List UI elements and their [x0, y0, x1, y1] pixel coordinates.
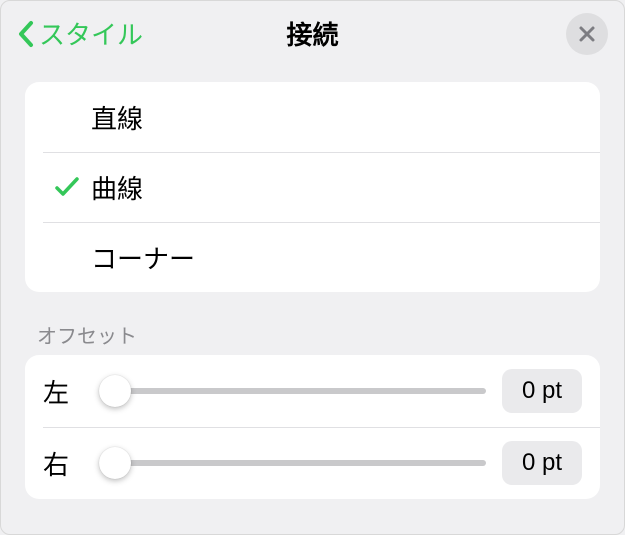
offset-right-value[interactable]: 0 pt — [502, 441, 582, 485]
back-label: スタイル — [39, 15, 143, 52]
slider-thumb[interactable] — [99, 375, 131, 407]
chevron-left-icon — [17, 20, 35, 48]
line-type-label: 直線 — [91, 99, 582, 136]
line-type-list: 直線 曲線 コーナー — [25, 82, 600, 292]
close-icon — [578, 25, 596, 43]
offset-section-header: オフセット — [37, 320, 588, 349]
popover-header: スタイル 接続 — [1, 1, 624, 66]
line-type-label: 曲線 — [91, 169, 582, 206]
slider-track — [99, 460, 486, 466]
close-button[interactable] — [566, 13, 608, 55]
line-type-label: コーナー — [91, 239, 582, 276]
back-button[interactable]: スタイル — [17, 15, 143, 52]
slider-track — [99, 388, 486, 394]
offset-slider-group: 左 0 pt 右 0 pt — [25, 355, 600, 499]
offset-left-value[interactable]: 0 pt — [502, 369, 582, 413]
line-type-straight[interactable]: 直線 — [25, 82, 600, 152]
check-slot — [43, 174, 91, 200]
slider-thumb[interactable] — [99, 447, 131, 479]
offset-right-label: 右 — [43, 445, 83, 482]
offset-right-slider[interactable] — [99, 447, 486, 479]
offset-left-slider[interactable] — [99, 375, 486, 407]
offset-left-label: 左 — [43, 373, 83, 410]
offset-right-row: 右 0 pt — [25, 427, 600, 499]
line-type-corner[interactable]: コーナー — [25, 222, 600, 292]
line-type-curved[interactable]: 曲線 — [25, 152, 600, 222]
page-title: 接続 — [286, 15, 338, 52]
offset-left-row: 左 0 pt — [25, 355, 600, 427]
checkmark-icon — [54, 174, 80, 200]
